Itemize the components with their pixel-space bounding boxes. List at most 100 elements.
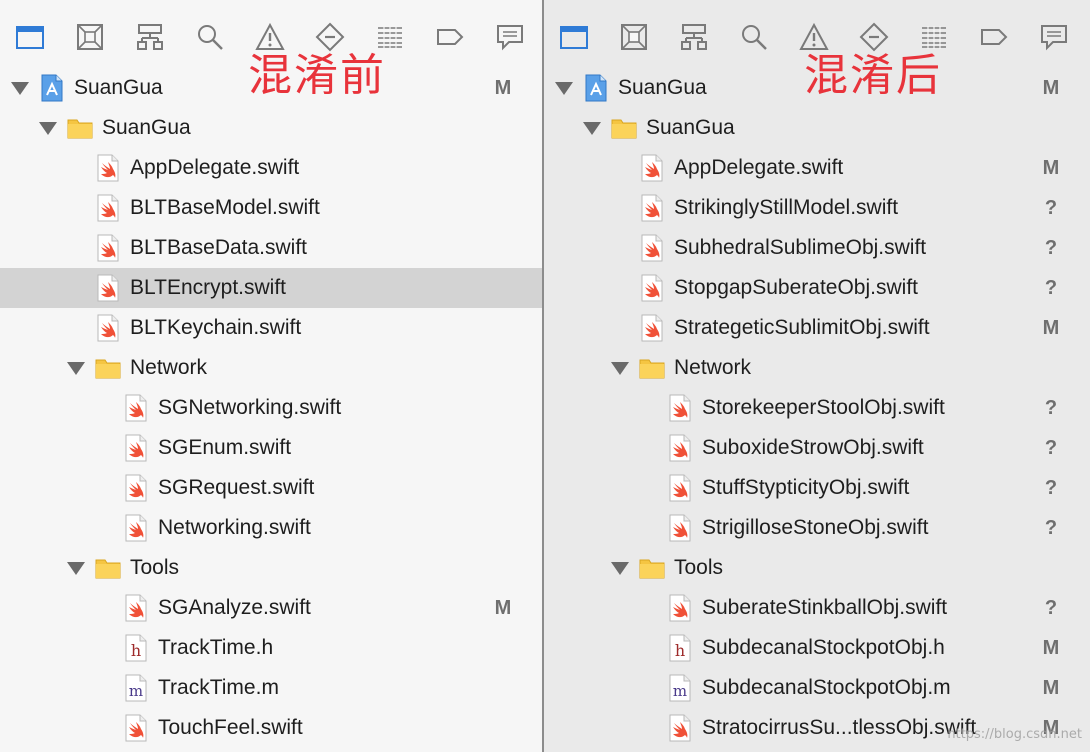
tree-file-row[interactable]: SuboxideStrowObj.swift?: [544, 428, 1090, 468]
folder-icon: [639, 354, 665, 382]
tree-file-row[interactable]: AppDelegate.swift: [0, 148, 542, 188]
tree-file-row[interactable]: AppDelegate.swift M: [544, 148, 1090, 188]
tree-file-row[interactable]: SubhedralSublimeObj.swift?: [544, 228, 1090, 268]
disclosure-triangle-icon[interactable]: [583, 122, 601, 135]
disclosure-triangle-icon[interactable]: [11, 82, 29, 95]
tree-item-label: SuanGua: [102, 116, 191, 139]
hierarchy-icon[interactable]: [135, 22, 165, 52]
watermark: https://blog.csdn.net: [947, 727, 1082, 742]
swift-file-icon: [123, 474, 149, 502]
tree-item-label: SuanGua: [618, 76, 707, 99]
folder-icon: [95, 354, 121, 382]
tree-group-row[interactable]: SuanGua: [0, 108, 542, 148]
tree-item-label: SuanGua: [646, 116, 735, 139]
breakpoint-icon[interactable]: [315, 22, 345, 52]
comparison-screenshot: 混淆前 SuanGua M SuanGua AppDelegate.swift BLTB…: [0, 0, 1090, 752]
disclosure-triangle-icon[interactable]: [555, 82, 573, 95]
tree-file-row[interactable]: BLTBaseModel.swift: [0, 188, 542, 228]
tree-group-row[interactable]: Network: [544, 348, 1090, 388]
swift-file-icon: [95, 234, 121, 262]
swift-file-icon: [639, 154, 665, 182]
list-icon[interactable]: [919, 22, 949, 52]
swift-file-icon: [667, 434, 693, 462]
source-control-status-badge: M: [1042, 317, 1060, 339]
svg-text:h: h: [131, 641, 141, 660]
source-control-status-badge: ?: [1044, 277, 1058, 299]
tree-item-label: TouchFeel.swift: [158, 716, 303, 739]
tree-file-row[interactable]: StorekeeperStoolObj.swift?: [544, 388, 1090, 428]
tree-file-row[interactable]: m SubdecanalStockpotObj.m M: [544, 668, 1090, 708]
disclosure-triangle-icon[interactable]: [611, 562, 629, 575]
source-control-icon[interactable]: [75, 22, 105, 52]
project-icon: [583, 74, 609, 102]
source-control-status-badge: M: [1042, 157, 1060, 179]
tree-file-row[interactable]: SGNetworking.swift: [0, 388, 542, 428]
tree-group-row[interactable]: SuanGua M: [544, 68, 1090, 108]
tree-item-label: Tools: [674, 556, 724, 579]
search-icon[interactable]: [195, 22, 225, 52]
tree-file-row[interactable]: SuberateStinkballObj.swift?: [544, 588, 1090, 628]
tree-file-row[interactable]: SGRequest.swift: [0, 468, 542, 508]
source-control-status-badge: M: [494, 597, 512, 619]
tree-file-row[interactable]: SGAnalyze.swift M: [0, 588, 542, 628]
tree-item-label: TrackTime.m: [158, 676, 279, 699]
tree-file-row[interactable]: StuffStypticityObj.swift?: [544, 468, 1090, 508]
hierarchy-icon[interactable]: [679, 22, 709, 52]
tree-file-row[interactable]: BLTKeychain.swift: [0, 308, 542, 348]
tree-file-row[interactable]: StrigilloseStoneObj.swift?: [544, 508, 1090, 548]
source-control-status-badge: M: [494, 77, 512, 99]
comment-icon[interactable]: [1039, 22, 1069, 52]
tree-item-label: SuboxideStrowObj.swift: [702, 436, 924, 459]
tree-file-row[interactable]: StrategeticSublimitObj.swift M: [544, 308, 1090, 348]
swift-file-icon: [667, 514, 693, 542]
tree-item-label: StratocirrusSu...tlessObj.swift: [702, 716, 977, 739]
tree-group-row[interactable]: Tools: [0, 548, 542, 588]
folder-icon[interactable]: [559, 22, 589, 52]
source-control-icon[interactable]: [619, 22, 649, 52]
list-icon[interactable]: [375, 22, 405, 52]
source-control-status-badge: M: [1042, 77, 1060, 99]
disclosure-triangle-icon[interactable]: [611, 362, 629, 375]
tree-file-row[interactable]: BLTBaseData.swift: [0, 228, 542, 268]
tag-icon[interactable]: [435, 22, 465, 52]
tree-file-row[interactable]: h SubdecanalStockpotObj.h M: [544, 628, 1090, 668]
breakpoint-icon[interactable]: [859, 22, 889, 52]
source-control-status-badge: ?: [1044, 517, 1058, 539]
warning-icon[interactable]: [255, 22, 285, 52]
swift-file-icon: [123, 514, 149, 542]
swift-file-icon: [95, 194, 121, 222]
tree-file-row[interactable]: SGEnum.swift: [0, 428, 542, 468]
right-project-navigator: 混淆后 SuanGua M SuanGua AppDelegate.swift M Str…: [544, 0, 1090, 752]
disclosure-triangle-icon[interactable]: [67, 562, 85, 575]
source-control-status-badge: ?: [1044, 397, 1058, 419]
tree-group-row[interactable]: SuanGua M: [0, 68, 542, 108]
tree-file-row[interactable]: TouchFeel.swift: [0, 708, 542, 748]
folder-icon[interactable]: [15, 22, 45, 52]
tree-item-label: SubdecanalStockpotObj.h: [702, 636, 945, 659]
tree-file-row[interactable]: StopgapSuberateObj.swift?: [544, 268, 1090, 308]
swift-file-icon: [123, 394, 149, 422]
svg-text:h: h: [675, 641, 685, 660]
tree-group-row[interactable]: SuanGua: [544, 108, 1090, 148]
tree-file-row[interactable]: h TrackTime.h: [0, 628, 542, 668]
tree-file-row[interactable]: StrikinglyStillModel.swift?: [544, 188, 1090, 228]
folder-icon: [95, 554, 121, 582]
warning-icon[interactable]: [799, 22, 829, 52]
tree-item-label: Network: [674, 356, 752, 379]
disclosure-triangle-icon[interactable]: [67, 362, 85, 375]
disclosure-triangle-icon[interactable]: [39, 122, 57, 135]
search-icon[interactable]: [739, 22, 769, 52]
tag-icon[interactable]: [979, 22, 1009, 52]
comment-icon[interactable]: [495, 22, 525, 52]
tree-group-row[interactable]: Tools: [544, 548, 1090, 588]
tree-file-row[interactable]: m TrackTime.m: [0, 668, 542, 708]
source-control-status-badge: M: [1042, 637, 1060, 659]
tree-file-row[interactable]: Networking.swift: [0, 508, 542, 548]
tree-group-row[interactable]: Network: [0, 348, 542, 388]
swift-file-icon: [123, 434, 149, 462]
tree-file-row[interactable]: BLTEncrypt.swift: [0, 268, 542, 308]
swift-file-icon: [639, 274, 665, 302]
tree-item-label: SGAnalyze.swift: [158, 596, 311, 619]
header-file-icon: h: [123, 634, 149, 662]
source-control-status-badge: ?: [1044, 237, 1058, 259]
